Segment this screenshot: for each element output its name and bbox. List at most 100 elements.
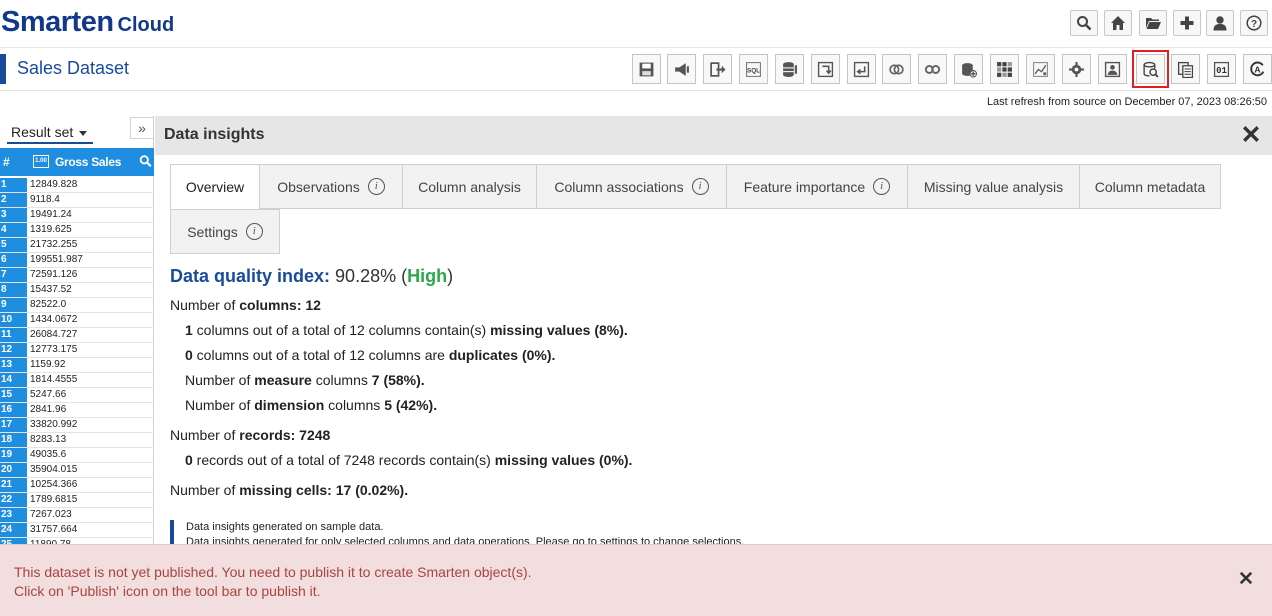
- data-insights-button[interactable]: [1132, 50, 1169, 88]
- search-icon: [1077, 16, 1092, 31]
- close-icon[interactable]: [1242, 125, 1260, 143]
- info-icon[interactable]: i: [367, 178, 385, 195]
- table-row[interactable]: 20 35904.015: [0, 463, 154, 478]
- open-folder-button[interactable]: [1139, 10, 1167, 36]
- copy-icon: [1177, 61, 1194, 78]
- table-row[interactable]: 21 10254.366: [0, 478, 154, 493]
- table-row[interactable]: 6 199551.987: [0, 253, 154, 268]
- duplicates-summary: duplicates (0%).: [448, 347, 556, 363]
- help-button[interactable]: ?: [1240, 10, 1268, 36]
- sql-button[interactable]: SQL: [739, 54, 768, 84]
- cell-value: 1814.4555: [30, 374, 78, 385]
- table-row[interactable]: 9 82522.0: [0, 298, 154, 313]
- table-row[interactable]: 5 21732.255: [0, 238, 154, 253]
- table-row[interactable]: 1 12849.828: [0, 178, 154, 193]
- tab-missing-value-analysis[interactable]: Missing value analysis: [907, 164, 1080, 209]
- row-number: 12: [0, 343, 27, 357]
- missing-cells-count: missing cells: 17 (0.02%).: [239, 482, 409, 498]
- table-row[interactable]: 2 9118.4: [0, 193, 154, 208]
- search-button[interactable]: [1070, 10, 1098, 36]
- binary-button[interactable]: 01: [1207, 54, 1236, 84]
- close-icon[interactable]: [1239, 571, 1253, 585]
- table-row[interactable]: 23 7267.023: [0, 508, 154, 523]
- home-button[interactable]: [1104, 10, 1132, 36]
- tab-settings[interactable]: Settings i: [170, 209, 280, 254]
- cell-value: 26084.727: [30, 329, 78, 340]
- tab-label: Observations: [277, 178, 360, 195]
- publish-button[interactable]: [667, 54, 696, 84]
- table-row[interactable]: 16 2841.96: [0, 403, 154, 418]
- tab-label: Column metadata: [1094, 178, 1206, 195]
- sql-icon: SQL: [746, 61, 761, 77]
- table-row[interactable]: 3 19491.24: [0, 208, 154, 223]
- row-number: 19: [0, 448, 27, 462]
- table-row[interactable]: 15 5247.66: [0, 388, 154, 403]
- column-search-icon[interactable]: [139, 154, 152, 168]
- table-row[interactable]: 18 8283.13: [0, 433, 154, 448]
- tab-label: Missing value analysis: [923, 178, 1064, 195]
- last-refresh-text: Last refresh from source on December 07,…: [986, 96, 1267, 108]
- dq-label: Data quality index:: [170, 266, 331, 286]
- tab-column-associations[interactable]: Column associations i: [536, 164, 727, 209]
- tab-feature-importance[interactable]: Feature importance i: [726, 164, 908, 209]
- table-row[interactable]: 12 12773.175: [0, 343, 154, 358]
- row-number: 10: [0, 313, 27, 327]
- user-button[interactable]: [1206, 10, 1234, 36]
- table-row[interactable]: 22 1789.6815: [0, 493, 154, 508]
- database-icon: [783, 61, 797, 77]
- copy-button[interactable]: [1171, 54, 1200, 84]
- info-icon[interactable]: i: [691, 178, 709, 195]
- row-number: 2: [0, 193, 27, 207]
- save-icon: [639, 62, 654, 76]
- table-row[interactable]: 11 26084.727: [0, 328, 154, 343]
- export-button[interactable]: [703, 54, 732, 84]
- tab-column-analysis[interactable]: Column analysis: [402, 164, 537, 209]
- text: columns out of a total of 12 columns con…: [192, 322, 491, 338]
- table-row[interactable]: 24 31757.664: [0, 523, 154, 538]
- merge-button[interactable]: [882, 54, 911, 84]
- info-icon[interactable]: i: [873, 178, 891, 195]
- link-button[interactable]: [918, 54, 947, 84]
- database-button[interactable]: [775, 54, 804, 84]
- settings-gear-icon: [1069, 61, 1084, 77]
- settings-button[interactable]: [1062, 54, 1091, 84]
- text: Number of: [170, 482, 240, 498]
- expand-panel-button[interactable]: »: [130, 117, 154, 139]
- data-insights-header: Data insights: [155, 116, 1272, 155]
- plus-icon: [1180, 16, 1194, 30]
- image-button[interactable]: [1098, 54, 1127, 84]
- row-number: 18: [0, 433, 27, 447]
- add-button[interactable]: [1173, 10, 1201, 36]
- grid-button[interactable]: [990, 54, 1019, 84]
- cell-value: 7267.023: [30, 509, 72, 520]
- row-number: 4: [0, 223, 27, 237]
- tab-column-metadata[interactable]: Column metadata: [1079, 164, 1221, 209]
- table-row[interactable]: 8 15437.52: [0, 283, 154, 298]
- caret-down-icon: [79, 130, 88, 136]
- auto-insights-button[interactable]: A: [1243, 54, 1272, 84]
- table-row[interactable]: 14 1814.4555: [0, 373, 154, 388]
- banner-message-line2: Click on 'Publish' icon on the tool bar …: [14, 583, 321, 599]
- transform-button[interactable]: [811, 54, 840, 84]
- chart-wand-button[interactable]: [1026, 54, 1055, 84]
- table-row[interactable]: 4 1319.625: [0, 223, 154, 238]
- table-row[interactable]: 17 33820.992: [0, 418, 154, 433]
- table-row[interactable]: 13 1159.92: [0, 358, 154, 373]
- result-set-dropdown[interactable]: Result set: [7, 124, 93, 144]
- refresh-data-button[interactable]: [847, 54, 876, 84]
- cell-value: 49035.6: [30, 449, 67, 460]
- table-row[interactable]: 10 1434.0672: [0, 313, 154, 328]
- table-row[interactable]: 7 72591.126: [0, 268, 154, 283]
- cell-value: 8283.13: [30, 434, 67, 445]
- table-row[interactable]: 19 49035.6: [0, 448, 154, 463]
- tab-overview[interactable]: Overview: [170, 164, 260, 209]
- column-header-gross-sales[interactable]: Gross Sales: [55, 155, 121, 169]
- row-number: 23: [0, 508, 27, 522]
- add-data-button[interactable]: [954, 54, 983, 84]
- info-icon[interactable]: i: [245, 223, 263, 240]
- cell-value: 199551.987: [30, 254, 83, 265]
- row-number-header: #: [3, 155, 10, 169]
- tab-observations[interactable]: Observations i: [259, 164, 403, 209]
- note-line: Data insights generated for only selecte…: [186, 536, 745, 544]
- save-button[interactable]: [632, 54, 661, 84]
